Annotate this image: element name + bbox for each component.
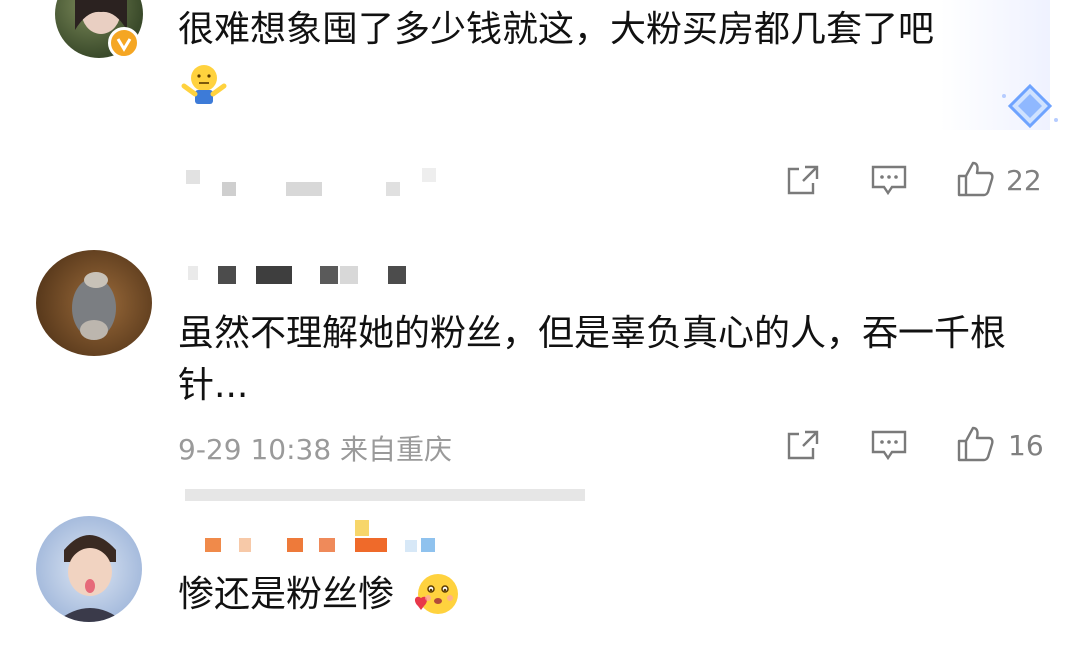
comment-icon[interactable] — [870, 428, 908, 466]
vip-diamond-icon — [1000, 83, 1060, 134]
share-icon[interactable] — [785, 428, 821, 466]
avatar-figure — [72, 272, 116, 340]
comment-icon[interactable] — [870, 163, 908, 201]
share-icon[interactable] — [785, 163, 821, 201]
comment-text: 很难想象囤了多少钱就这，大粉买房都几套了吧 — [178, 9, 935, 50]
comment-item: 惨还是粉丝惨 — [0, 500, 1080, 649]
avatar[interactable] — [36, 250, 152, 356]
avatar-figure — [56, 535, 124, 622]
like-icon[interactable] — [955, 160, 995, 202]
like-count: 16 — [1008, 429, 1044, 462]
blurred-username — [180, 260, 420, 290]
comment-meta: 9-29 10:38 来自重庆 — [178, 433, 453, 466]
like-count: 22 — [1006, 164, 1042, 197]
comment-text: 惨还是粉丝惨 — [178, 574, 395, 615]
shrug-emoji — [180, 62, 228, 110]
comment-item: 虽然不理解她的粉丝，但是辜负真心的人，吞一千根针... 9-29 10:38 来… — [0, 230, 1080, 500]
like-icon[interactable] — [955, 425, 995, 467]
heart-face-emoji — [410, 572, 462, 624]
comment-item: 很难想象囤了多少钱就这，大粉买房都几套了吧 22 — [0, 0, 1080, 230]
avatar[interactable] — [36, 516, 142, 622]
comment-text: 虽然不理解她的粉丝，但是辜负真心的人，吞一千根针... — [178, 313, 1007, 406]
blurred-meta — [186, 168, 446, 208]
verified-badge-icon — [108, 27, 140, 59]
blurred-username — [195, 518, 455, 558]
